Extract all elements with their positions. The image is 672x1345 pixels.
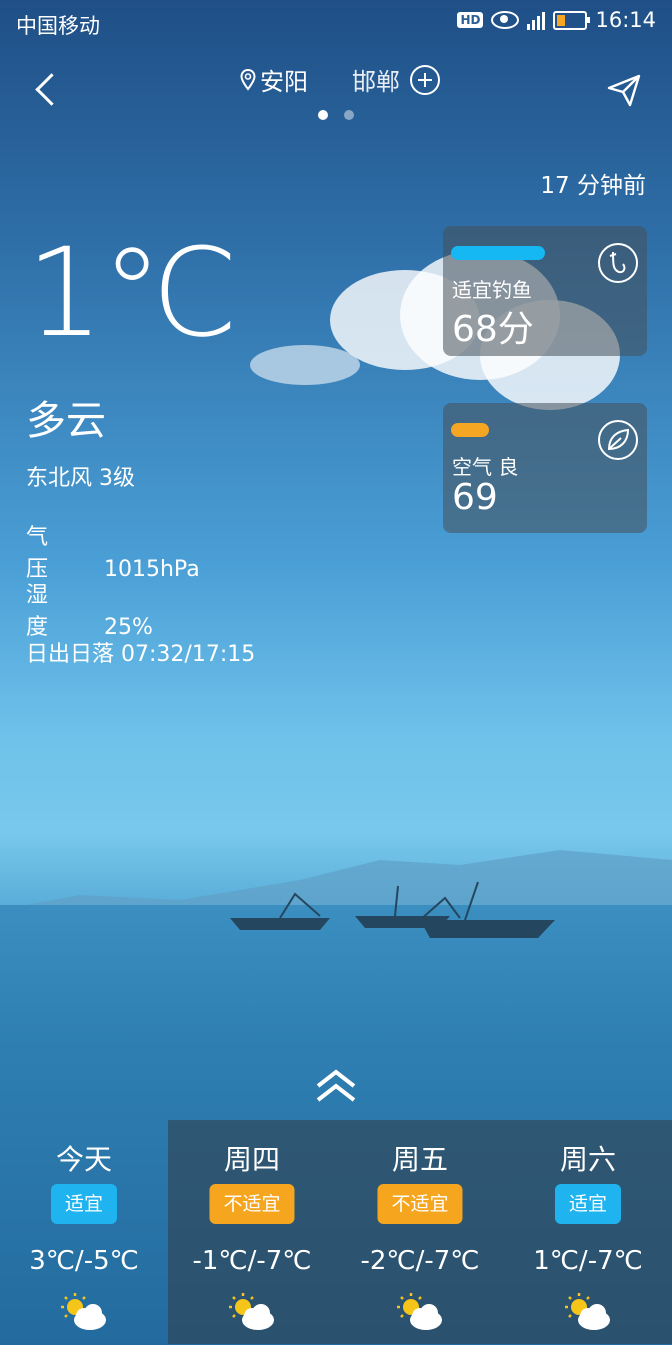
temperature-range: -1℃/-7℃ — [192, 1246, 312, 1276]
fishing-suitability-badge: 适宜 — [50, 1184, 118, 1224]
back-icon[interactable] — [30, 70, 70, 114]
air-quality-title: 空气 良 — [452, 455, 519, 479]
forecast-day-name: 周四 — [223, 1143, 280, 1176]
fishing-title: 适宜钓鱼 — [452, 278, 532, 302]
fishing-index-bar — [451, 246, 545, 260]
forecast-strip: 今天 适宜 3℃/-5℃ 周四 不适宜 -1℃/-7℃ 周五 不适宜 -2℃/-… — [0, 1120, 672, 1344]
partly-cloudy-icon — [565, 1293, 610, 1330]
air-quality-value: 69 — [452, 477, 498, 518]
partly-cloudy-icon — [397, 1293, 442, 1330]
expand-up-icon[interactable] — [312, 1068, 360, 1104]
add-city-icon[interactable] — [410, 64, 440, 95]
forecast-day[interactable]: 周六 适宜 1℃/-7℃ — [504, 1120, 672, 1344]
carrier-label: 中国移动 — [16, 14, 100, 38]
city-switcher: 安阳 邯郸 — [240, 62, 440, 97]
temperature-range: 1℃/-7℃ — [533, 1246, 643, 1276]
wind-info: 东北风 3级 — [26, 466, 135, 491]
fishing-index-card[interactable]: 适宜钓鱼 68分 — [443, 226, 647, 356]
battery-icon — [553, 10, 591, 30]
sun-value: 07:32/17:15 — [121, 642, 256, 667]
clock: 16:14 — [595, 8, 656, 32]
air-quality-card[interactable]: 空气 良 69 — [443, 403, 647, 533]
city-tab-active[interactable]: 安阳 — [260, 62, 308, 97]
fishing-suitability-badge: 适宜 — [554, 1184, 622, 1224]
forecast-day-name: 今天 — [55, 1143, 112, 1176]
pressure-label: 气 压 — [26, 525, 93, 582]
hd-icon: HD — [457, 12, 484, 28]
page-dot — [344, 110, 354, 120]
update-time: 17 分钟前 — [540, 173, 646, 199]
cloud-decoration — [250, 345, 360, 385]
forecast-day-name: 周六 — [559, 1143, 616, 1176]
page-dot-active — [318, 110, 328, 120]
fishing-score: 68分 — [452, 309, 534, 350]
fishing-hook-icon — [598, 243, 638, 283]
humidity-info: 湿 度 25% — [26, 577, 153, 641]
pressure-info: 气 压 1015hPa — [26, 519, 200, 583]
eye-comfort-icon — [491, 11, 520, 29]
forecast-day[interactable]: 周四 不适宜 -1℃/-7℃ — [168, 1120, 336, 1344]
air-quality-bar — [451, 423, 489, 437]
partly-cloudy-icon — [61, 1293, 106, 1330]
leaf-icon — [598, 420, 638, 460]
partly-cloudy-icon — [229, 1293, 274, 1330]
page-indicator — [318, 110, 354, 120]
current-temperature: 1℃ — [26, 222, 239, 364]
location-pin-icon — [240, 68, 256, 91]
forecast-day[interactable]: 今天 适宜 3℃/-5℃ — [0, 1120, 168, 1344]
status-bar: 中国移动 HD 16:14 — [0, 0, 672, 48]
city-tab-other[interactable]: 邯郸 — [352, 62, 400, 97]
sunrise-sunset-info: 日出日落 07:32/17:15 — [26, 636, 255, 668]
signal-icon — [527, 10, 546, 30]
forecast-day[interactable]: 周五 不适宜 -2℃/-7℃ — [336, 1120, 504, 1344]
forecast-day-name: 周五 — [391, 1143, 448, 1176]
fishing-suitability-badge: 不适宜 — [377, 1184, 463, 1224]
weather-condition: 多云 — [26, 398, 106, 444]
temperature-range: -2℃/-7℃ — [360, 1246, 480, 1276]
temperature-range: 3℃/-5℃ — [29, 1246, 139, 1276]
humidity-label: 湿 度 — [26, 583, 93, 640]
fishing-suitability-badge: 不适宜 — [209, 1184, 295, 1224]
share-icon[interactable] — [606, 72, 642, 108]
boats-decoration — [230, 881, 555, 938]
sun-label: 日出日落 — [26, 642, 115, 667]
